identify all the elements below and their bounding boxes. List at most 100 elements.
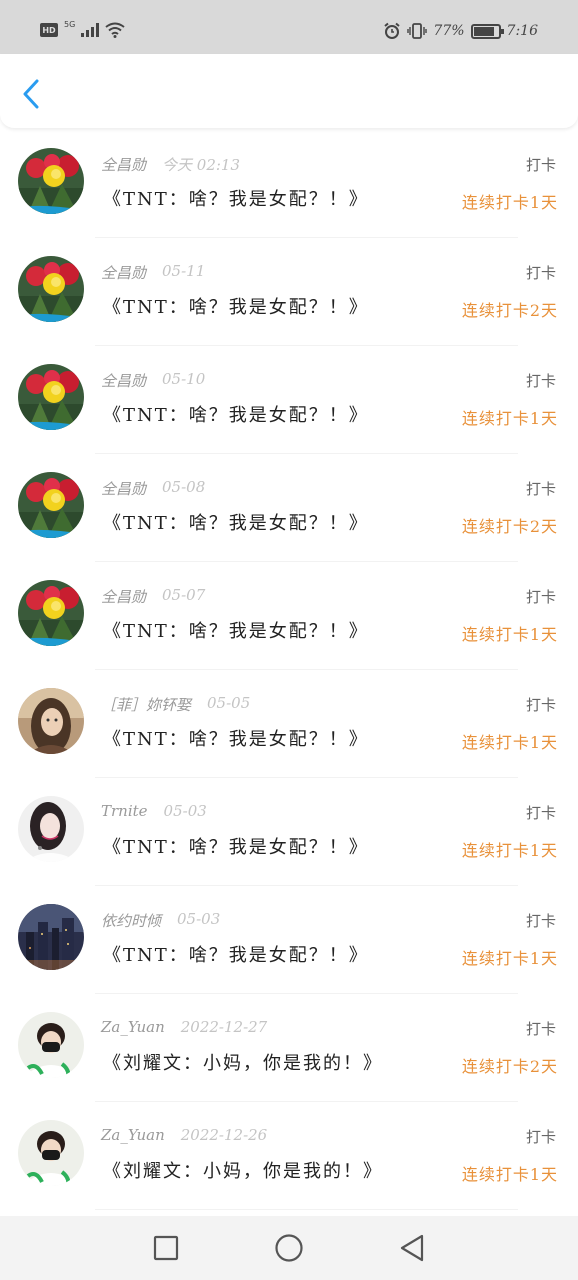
avatar[interactable] [18, 904, 84, 970]
list-item[interactable]: 全昌勋 05-08 《TNT：啥？我是女配？！》 打卡连续打卡2天 [0, 454, 578, 562]
username[interactable]: Za_Yuan [101, 1126, 165, 1144]
list-item[interactable]: ［菲］妳钚娶 05-05 《TNT：啥？我是女配？！》 打卡连续打卡1天 [0, 670, 578, 778]
chevron-left-icon [23, 79, 39, 109]
list-item[interactable]: 全昌勋 05-07 《TNT：啥？我是女配？！》 打卡连续打卡1天 [0, 562, 578, 670]
streak-text: 连续打卡1天 [461, 193, 558, 212]
streak-text: 连续打卡1天 [461, 625, 558, 644]
avatar[interactable] [18, 1012, 84, 1078]
list-item[interactable]: 全昌勋 今天 02:13 《TNT：啥？我是女配？！》 打卡连续打卡1天 [0, 130, 578, 238]
avatar[interactable] [18, 364, 84, 430]
list-item[interactable]: 全昌勋 05-11 《TNT：啥？我是女配？！》 打卡连续打卡2天 [0, 238, 578, 346]
username[interactable]: 全昌勋 [101, 478, 146, 499]
timestamp: 05-08 [162, 478, 206, 496]
alarm-icon [384, 22, 401, 39]
book-title[interactable]: 《TNT：啥？我是女配？！》 [103, 941, 369, 967]
book-title[interactable]: 《TNT：啥？我是女配？！》 [103, 185, 369, 211]
status-left: HD 5G [40, 19, 125, 38]
checkin-label: 打卡 [525, 696, 556, 714]
hd-icon: HD [40, 23, 58, 37]
checkin-label: 打卡 [525, 480, 556, 498]
battery-icon [470, 23, 504, 39]
item-meta: 全昌勋 05-07 [101, 586, 205, 607]
item-meta: 全昌勋 今天 02:13 [101, 154, 240, 175]
timestamp: 05-10 [162, 370, 206, 388]
avatar[interactable] [18, 148, 84, 214]
avatar[interactable] [18, 580, 84, 646]
checkin-label: 打卡 [525, 804, 556, 822]
username[interactable]: 全昌勋 [101, 370, 146, 391]
checkin-label: 打卡 [525, 372, 556, 390]
book-title[interactable]: 《TNT：啥？我是女配？！》 [103, 293, 369, 319]
list-item[interactable]: 全昌勋 05-10 《TNT：啥？我是女配？！》 打卡连续打卡1天 [0, 346, 578, 454]
back-button[interactable] [16, 76, 46, 112]
streak-text: 连续打卡2天 [461, 517, 558, 536]
book-title[interactable]: 《TNT：啥？我是女配？！》 [103, 617, 369, 643]
book-title[interactable]: 《TNT：啥？我是女配？！》 [103, 509, 369, 535]
item-meta: Za_Yuan 2022-12-26 [101, 1126, 267, 1144]
triangle-back-icon [400, 1234, 424, 1262]
signal-icon [81, 23, 100, 37]
timestamp: 05-03 [177, 910, 221, 928]
battery-percent: 77% [433, 23, 465, 39]
item-meta: 全昌勋 05-08 [101, 478, 205, 499]
streak-text: 连续打卡1天 [461, 733, 558, 752]
book-title[interactable]: 《刘耀文：小妈，你是我的！》 [103, 1049, 383, 1075]
network-type: 5G [64, 19, 76, 29]
username[interactable]: Trnite [101, 802, 148, 820]
book-title[interactable]: 《TNT：啥？我是女配？！》 [103, 833, 369, 859]
item-meta: Za_Yuan 2022-12-27 [101, 1018, 267, 1036]
avatar[interactable] [18, 688, 84, 754]
list-item[interactable]: Trnite 05-03 《TNT：啥？我是女配？！》 打卡连续打卡1天 [0, 778, 578, 886]
username[interactable]: 依约时倾 [101, 910, 161, 931]
streak-text: 连续打卡2天 [461, 1057, 558, 1076]
square-icon [153, 1235, 179, 1261]
timestamp: 今天 02:13 [162, 156, 241, 174]
username[interactable]: 全昌勋 [101, 586, 146, 607]
streak-text: 连续打卡1天 [461, 1165, 558, 1184]
circle-icon [275, 1234, 303, 1262]
avatar[interactable] [18, 796, 84, 862]
streak-text: 连续打卡2天 [461, 301, 558, 320]
clock: 7:16 [506, 23, 538, 39]
checkin-label: 打卡 [525, 1020, 556, 1038]
username[interactable]: ［菲］妳钚娶 [101, 694, 191, 715]
book-title[interactable]: 《TNT：啥？我是女配？！》 [103, 725, 369, 751]
checkin-label: 打卡 [525, 1128, 556, 1146]
avatar[interactable] [18, 256, 84, 322]
checkin-list: 全昌勋 今天 02:13 《TNT：啥？我是女配？！》 打卡 连续打卡1天 全昌勋 05-1… [0, 130, 578, 1210]
recents-button[interactable] [150, 1232, 182, 1264]
list-item[interactable]: Za_Yuan 2022-12-26 《刘耀文：小妈，你是我的！》 打卡连续打卡1天 [0, 1102, 578, 1210]
item-meta: Trnite 05-03 [101, 802, 207, 820]
system-nav-bar [0, 1216, 578, 1280]
home-button[interactable] [273, 1232, 305, 1264]
list-item[interactable]: Za_Yuan 2022-12-27 《刘耀文：小妈，你是我的！》 打卡连续打卡2天 [0, 994, 578, 1102]
status-right: 77% 7:16 [383, 22, 538, 40]
streak-text: 连续打卡1天 [461, 409, 558, 428]
timestamp: 05-11 [162, 262, 206, 280]
checkin-label: 打卡 [525, 912, 556, 930]
vibrate-icon [407, 23, 428, 39]
item-meta: 全昌勋 05-11 [101, 262, 205, 283]
timestamp: 2022-12-27 [180, 1018, 268, 1036]
username[interactable]: 全昌勋 [101, 262, 146, 283]
timestamp: 2022-12-26 [180, 1126, 268, 1144]
checkin-label: 打卡 [525, 588, 556, 606]
top-header [0, 54, 578, 128]
book-title[interactable]: 《刘耀文：小妈，你是我的！》 [103, 1157, 383, 1183]
timestamp: 05-07 [162, 586, 206, 604]
wifi-icon [105, 22, 125, 38]
avatar[interactable] [18, 1120, 84, 1186]
timestamp: 05-03 [163, 802, 207, 820]
streak-text: 连续打卡1天 [461, 841, 558, 860]
item-meta: 依约时倾 05-03 [101, 910, 220, 931]
checkin-label: 打卡 [525, 264, 556, 282]
book-title[interactable]: 《TNT：啥？我是女配？！》 [103, 401, 369, 427]
username[interactable]: 全昌勋 [101, 154, 146, 175]
checkin-label: 打卡 [525, 156, 556, 174]
item-meta: ［菲］妳钚娶 05-05 [101, 694, 250, 715]
avatar[interactable] [18, 472, 84, 538]
list-item[interactable]: 依约时倾 05-03 《TNT：啥？我是女配？！》 打卡 连续打卡1天 [0, 886, 578, 994]
timestamp: 05-05 [207, 694, 251, 712]
system-back-button[interactable] [396, 1232, 428, 1264]
username[interactable]: Za_Yuan [101, 1018, 165, 1036]
